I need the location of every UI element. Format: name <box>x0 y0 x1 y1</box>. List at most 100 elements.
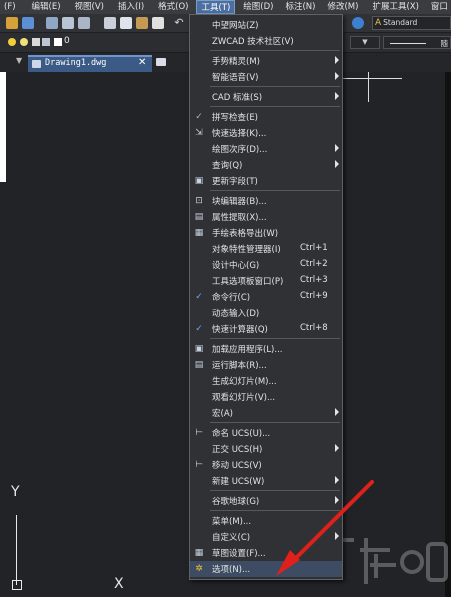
color-swatch-icon[interactable] <box>54 38 62 46</box>
tools-menu-item[interactable]: ✓ 命令行(C) Ctrl+9 <box>190 289 342 305</box>
menu-item-label: 移动 UCS(V) <box>212 461 262 471</box>
preview-icon[interactable] <box>62 17 74 29</box>
table-export-icon: ▦ <box>194 228 204 238</box>
menu-dimension[interactable]: 标注(N) <box>281 0 319 14</box>
tools-menu-item[interactable]: 智能语音(V) <box>190 69 342 85</box>
tools-menu-item[interactable]: 观看幻灯片(V)... <box>190 389 342 405</box>
tools-menu-item[interactable]: ▣ 更新字段(T) <box>190 173 342 189</box>
save-icon[interactable] <box>22 17 34 29</box>
tools-menu-item[interactable]: 手势精灵(M) <box>190 53 342 69</box>
menu-tools[interactable]: 工具(T) <box>196 0 236 14</box>
submenu-arrow-icon <box>335 144 339 152</box>
match-prop-icon[interactable] <box>152 17 164 29</box>
layer-dropdown[interactable]: ▼ <box>350 36 380 49</box>
undo-icon[interactable]: ↶ <box>172 16 186 30</box>
submenu-arrow-icon <box>335 444 339 452</box>
run-script-icon: ▤ <box>194 360 204 370</box>
menu-format[interactable]: 格式(O) <box>154 0 192 14</box>
menu-item-label: 新建 UCS(W) <box>212 477 265 487</box>
menu-item-label: 加载应用程序(L)... <box>212 345 283 355</box>
text-style-select[interactable]: A Standard <box>372 16 451 30</box>
ucs-y-label: Y <box>11 484 20 500</box>
copy-icon[interactable] <box>120 17 132 29</box>
submenu-arrow-icon <box>335 72 339 80</box>
menu-item-label: 智能语音(V) <box>212 73 259 83</box>
printer-icon[interactable] <box>42 38 50 46</box>
current-layer[interactable]: 0 <box>64 36 70 46</box>
menu-separator <box>210 50 340 51</box>
tools-menu-item[interactable]: ▣ 加载应用程序(L)... <box>190 341 342 357</box>
line-sample <box>390 43 426 44</box>
tools-menu-item[interactable]: ✓ 拼写检查(E) <box>190 109 342 125</box>
tools-menu-item[interactable]: 查询(Q) <box>190 157 342 173</box>
menu-edit[interactable]: 编辑(E) <box>28 0 65 14</box>
open-icon[interactable] <box>6 17 18 29</box>
tools-menu-item[interactable]: ZWCAD 技术社区(V) <box>190 33 342 49</box>
attribute-extract-icon: ▤ <box>194 212 204 222</box>
tools-menu-item[interactable]: 正交 UCS(H) <box>190 441 342 457</box>
checkmark-icon: ✓ <box>195 292 203 302</box>
menu-window[interactable]: 窗口 <box>427 0 451 14</box>
tools-menu-item[interactable]: 工具选项板窗口(P) Ctrl+3 <box>190 273 342 289</box>
menu-item-label: 手势精灵(M) <box>212 57 260 67</box>
menu-separator <box>210 106 340 107</box>
ucs-y-axis <box>16 515 17 585</box>
paste-icon[interactable] <box>136 17 148 29</box>
named-ucs-icon: ⊢ <box>195 428 203 438</box>
menu-item-label: 命令行(C) <box>212 293 251 303</box>
menu-extend-tools[interactable]: 扩展工具(X) <box>368 0 422 14</box>
menu-item-label: ZWCAD 技术社区(V) <box>212 37 294 47</box>
tools-menu-item[interactable]: 宏(A) <box>190 405 342 421</box>
menu-separator <box>210 338 340 339</box>
tools-menu-item[interactable]: ▤ 属性提取(X)... <box>190 209 342 225</box>
menu-item-label: 菜单(M)... <box>212 517 252 527</box>
menu-item-label: 查询(Q) <box>212 161 243 171</box>
tools-menu-item[interactable]: ⊢ 命名 UCS(U)... <box>190 425 342 441</box>
tools-menu-item[interactable]: 设计中心(G) Ctrl+2 <box>190 257 342 273</box>
tab-drawing1[interactable]: Drawing1.dwg ✕ <box>28 55 152 72</box>
menu-separator <box>210 190 340 191</box>
sun-icon[interactable] <box>20 38 28 46</box>
menu-draw[interactable]: 绘图(D) <box>239 0 277 14</box>
menu-modify[interactable]: 修改(M) <box>323 0 362 14</box>
menu-insert[interactable]: 插入(I) <box>114 0 148 14</box>
tools-menu-item[interactable]: ⊡ 块编辑器(B)... <box>190 193 342 209</box>
new-tab-icon[interactable] <box>156 58 166 66</box>
ucs-origin-icon <box>12 580 22 590</box>
cut-icon[interactable] <box>104 17 116 29</box>
publish-icon[interactable] <box>78 17 90 29</box>
tools-menu-item[interactable]: 中望网站(Z) <box>190 17 342 33</box>
tools-menu-item[interactable]: ▦ 手绘表格导出(W) <box>190 225 342 241</box>
menu-separator <box>210 422 340 423</box>
tools-menu-item[interactable]: CAD 标准(S) <box>190 89 342 105</box>
menu-item-label: 快速选择(K)... <box>212 129 267 139</box>
menu-item-label: 拼写检查(E) <box>212 113 259 123</box>
menu-view[interactable]: 视图(V) <box>71 0 108 14</box>
text-style-value: Standard <box>383 18 418 27</box>
tools-menu-item[interactable]: ✓ 快速计算器(Q) Ctrl+8 <box>190 321 342 337</box>
checkmark-icon: ✓ <box>195 324 203 334</box>
tools-menu-item[interactable]: ⊢ 移动 UCS(V) <box>190 457 342 473</box>
tools-menu-item[interactable]: 绘图次序(D)... <box>190 141 342 157</box>
bulb-icon[interactable] <box>8 38 16 46</box>
globe-icon[interactable] <box>352 17 364 29</box>
submenu-arrow-icon <box>335 408 339 416</box>
zwcad-window: (F) 编辑(E) 视图(V) 插入(I) 格式(O) 工具(T) 绘图(D) … <box>0 0 451 597</box>
right-edge <box>445 72 451 597</box>
tools-menu-item[interactable]: ⇲ 快速选择(K)... <box>190 125 342 141</box>
annotation-arrow <box>276 480 374 576</box>
menu-item-label: 谷歌地球(G) <box>212 497 260 507</box>
tab-list-icon[interactable]: ▼ <box>16 56 22 65</box>
menu-item-shortcut: Ctrl+2 <box>300 259 328 269</box>
menu-item-label: 生成幻灯片(M)... <box>212 377 277 387</box>
lock-icon[interactable] <box>32 38 40 46</box>
tools-menu-item[interactable]: 对象特性管理器(I) Ctrl+1 <box>190 241 342 257</box>
lineweight-select[interactable]: 随 <box>383 36 451 49</box>
print-icon[interactable] <box>46 17 58 29</box>
menu-item-label: 设计中心(G) <box>212 261 260 271</box>
tools-menu-item[interactable]: ▤ 运行脚本(R)... <box>190 357 342 373</box>
tools-menu-item[interactable]: 动态输入(D) <box>190 305 342 321</box>
menu-file[interactable]: (F) <box>0 0 20 14</box>
tools-menu-item[interactable]: 生成幻灯片(M)... <box>190 373 342 389</box>
close-icon[interactable]: ✕ <box>138 57 146 68</box>
